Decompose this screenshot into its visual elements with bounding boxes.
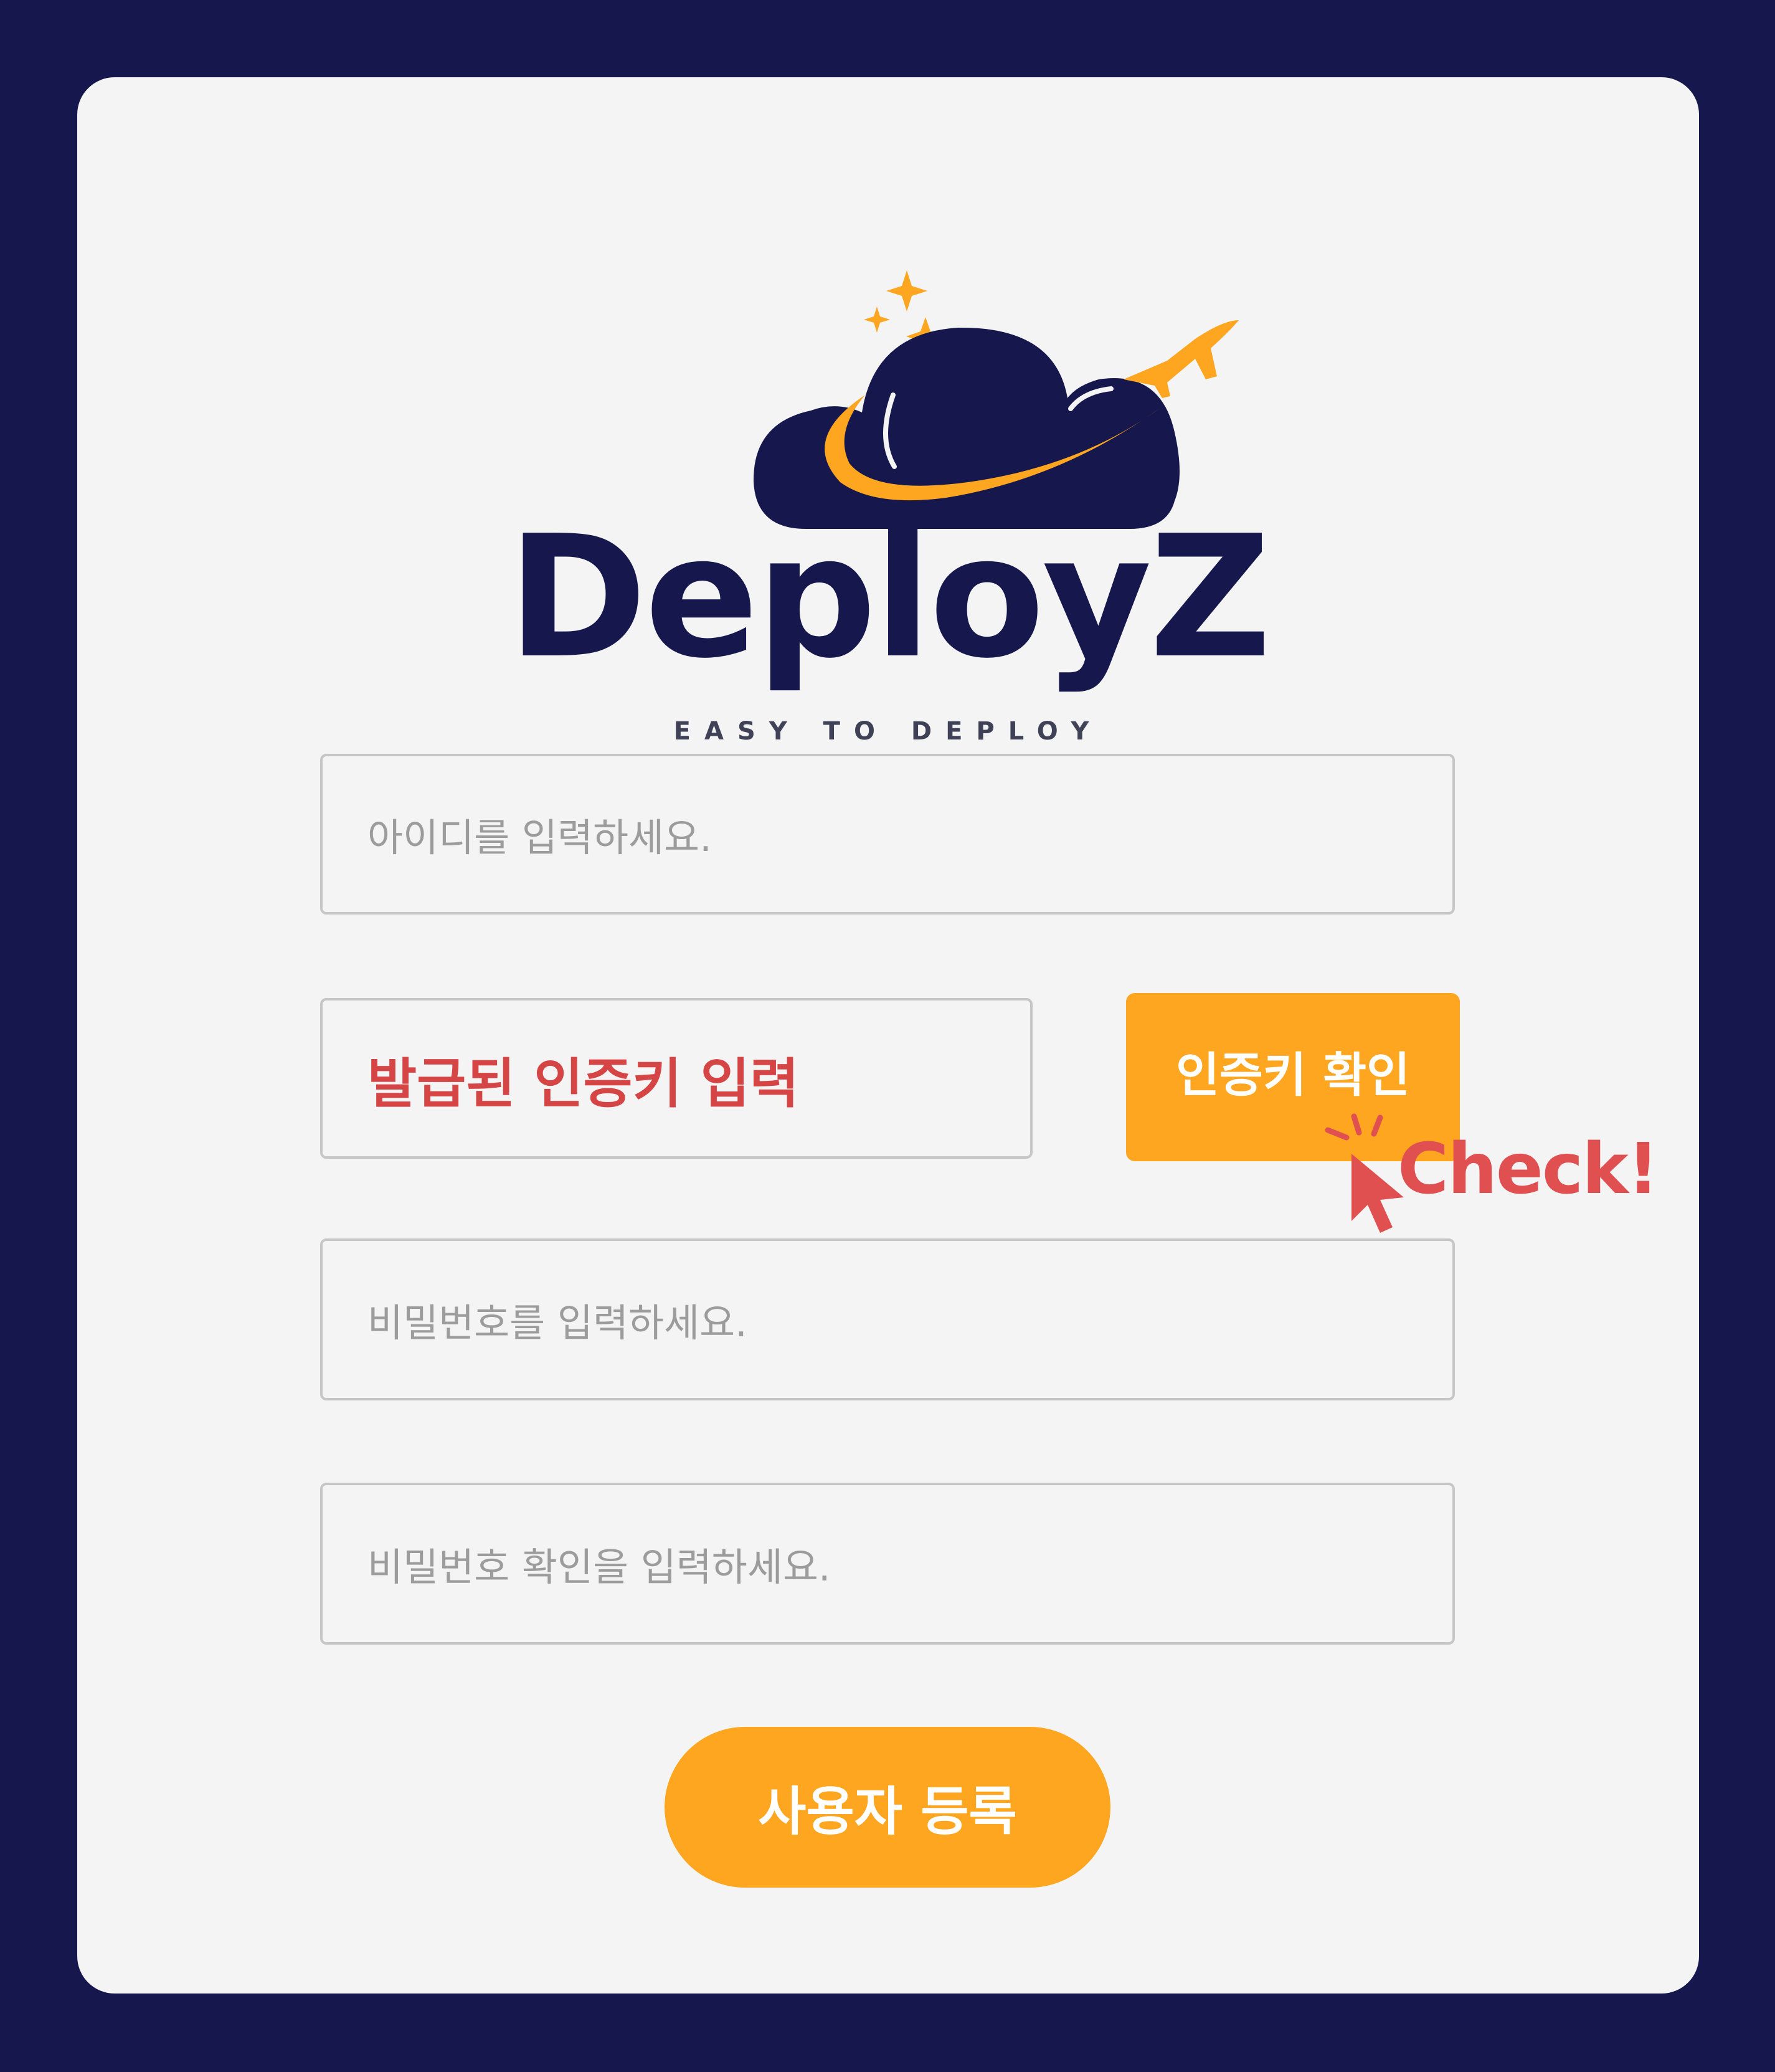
id-input[interactable]: 아이디를 입력하세요. bbox=[320, 754, 1455, 915]
deployz-logo-icon bbox=[753, 270, 1239, 529]
brand-name: DeployZ bbox=[507, 499, 1271, 695]
password-input[interactable]: 비밀번호를 입력하세요. bbox=[320, 1238, 1455, 1400]
auth-key-value: 발급된 인증키 입력 bbox=[367, 1052, 799, 1115]
auth-key-input[interactable]: 발급된 인증키 입력 bbox=[320, 998, 1033, 1159]
password-confirm-input[interactable]: 비밀번호 확인을 입력하세요. bbox=[320, 1483, 1455, 1645]
password-confirm-placeholder: 비밀번호 확인을 입력하세요. bbox=[367, 1544, 831, 1590]
check-annotation-text: Check! bbox=[1398, 1129, 1659, 1210]
password-placeholder: 비밀번호를 입력하세요. bbox=[367, 1300, 747, 1346]
brand-tagline: EASY TO DEPLOY bbox=[673, 717, 1103, 746]
register-button[interactable]: 사용자 등록 bbox=[665, 1727, 1110, 1888]
id-placeholder: 아이디를 입력하세요. bbox=[367, 815, 712, 860]
signup-card: DeployZ EASY TO DEPLOY 아이디를 입력하세요. 발급된 인… bbox=[77, 77, 1699, 1994]
